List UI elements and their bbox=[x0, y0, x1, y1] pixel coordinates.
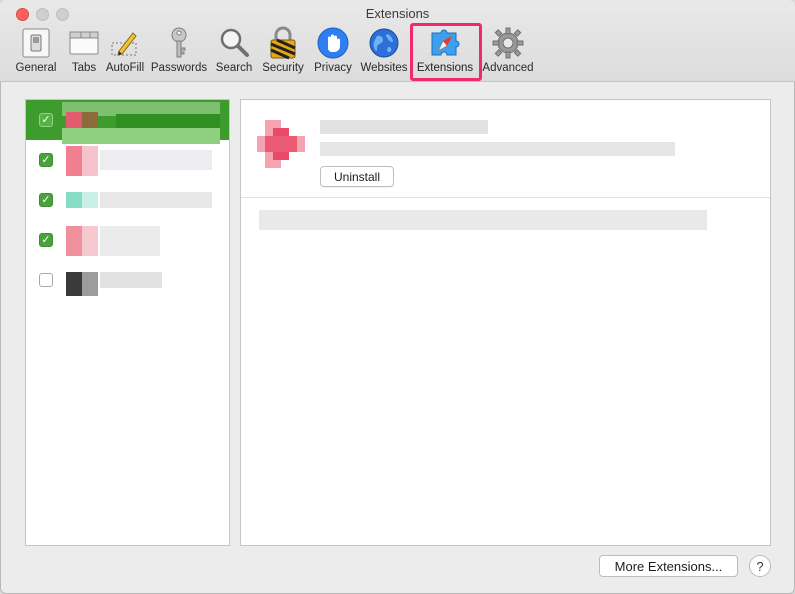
redacted-extension-icon-4b bbox=[82, 226, 98, 256]
tab-autofill-label: AutoFill bbox=[105, 62, 145, 74]
redacted-extension-icon-4 bbox=[66, 226, 82, 256]
tab-search[interactable]: Search bbox=[214, 26, 254, 78]
extension-row-5[interactable] bbox=[26, 260, 229, 300]
redacted-extension-title-3 bbox=[100, 192, 212, 208]
redacted-extension-icon-5b bbox=[82, 272, 98, 296]
redacted-extension-detail-subtitle bbox=[320, 142, 675, 156]
redacted-extension-icon-1b bbox=[82, 112, 98, 128]
extension-enabled-checkbox-1[interactable]: ✓ bbox=[39, 113, 53, 127]
hand-icon bbox=[316, 26, 350, 60]
tab-websites[interactable]: Websites bbox=[359, 26, 409, 78]
lock-icon bbox=[266, 26, 300, 60]
redacted-extension-title-2 bbox=[100, 150, 212, 170]
tab-advanced[interactable]: Advanced bbox=[480, 26, 536, 78]
autofill-pencil-icon bbox=[108, 26, 142, 60]
tabs-icon bbox=[67, 26, 101, 60]
redacted-extension-title-4 bbox=[100, 226, 160, 256]
gear-icon bbox=[491, 26, 525, 60]
globe-icon bbox=[367, 26, 401, 60]
magnifier-icon bbox=[217, 26, 251, 60]
tab-security[interactable]: Security bbox=[259, 26, 307, 78]
extension-row-2[interactable]: ✓ bbox=[26, 140, 229, 180]
extensions-list[interactable]: ✓ ✓ ✓ ✓ bbox=[25, 99, 230, 546]
preferences-window: Extensions General Tabs AutoFill Passwor… bbox=[0, 0, 795, 594]
extension-row-1[interactable]: ✓ bbox=[26, 100, 229, 144]
redacted-extension-icon-2b bbox=[82, 146, 98, 176]
redacted-extension-icon-3b bbox=[82, 192, 98, 208]
general-switch-icon bbox=[19, 26, 53, 60]
extension-enabled-checkbox-2[interactable]: ✓ bbox=[39, 153, 53, 167]
redacted-extension-icon-3 bbox=[66, 192, 82, 208]
redacted-extension-icon-5 bbox=[66, 272, 82, 296]
tab-general[interactable]: General bbox=[12, 26, 60, 78]
key-icon bbox=[162, 26, 196, 60]
extension-enabled-checkbox-3[interactable]: ✓ bbox=[39, 193, 53, 207]
detail-divider bbox=[241, 197, 770, 198]
tab-security-label: Security bbox=[262, 62, 304, 74]
puzzle-compass-icon bbox=[428, 26, 462, 60]
help-button[interactable]: ? bbox=[749, 555, 771, 577]
tab-tabs[interactable]: Tabs bbox=[64, 26, 104, 78]
redacted-extension-title-5 bbox=[100, 272, 162, 288]
tab-autofill[interactable]: AutoFill bbox=[104, 26, 146, 78]
tab-extensions-label: Extensions bbox=[416, 62, 474, 74]
title-bar: Extensions General Tabs AutoFill Passwor… bbox=[0, 0, 795, 82]
redacted-extension-detail-title bbox=[320, 120, 488, 134]
tab-passwords[interactable]: Passwords bbox=[150, 26, 208, 78]
extension-enabled-checkbox-4[interactable]: ✓ bbox=[39, 233, 53, 247]
tab-general-label: General bbox=[15, 62, 57, 74]
tab-search-label: Search bbox=[215, 62, 253, 74]
tab-extensions[interactable]: Extensions bbox=[415, 26, 475, 78]
extension-detail-pane: Uninstall bbox=[240, 99, 771, 546]
redacted-extension-icon-1 bbox=[66, 112, 82, 128]
uninstall-button[interactable]: Uninstall bbox=[320, 166, 394, 187]
more-extensions-button[interactable]: More Extensions... bbox=[599, 555, 738, 577]
redacted-extension-title-1 bbox=[116, 114, 220, 128]
extension-row-4[interactable]: ✓ bbox=[26, 220, 229, 260]
tab-privacy-label: Privacy bbox=[314, 62, 352, 74]
redacted-extension-icon-2 bbox=[66, 146, 82, 176]
redacted-extension-large-icon bbox=[257, 120, 305, 168]
tab-passwords-label: Passwords bbox=[150, 62, 208, 74]
window-title: Extensions bbox=[365, 6, 430, 21]
tab-tabs-label: Tabs bbox=[71, 62, 97, 74]
extension-row-3[interactable]: ✓ bbox=[26, 180, 229, 220]
tab-advanced-label: Advanced bbox=[482, 62, 534, 74]
redacted-extension-description bbox=[259, 210, 707, 230]
tab-privacy[interactable]: Privacy bbox=[312, 26, 354, 78]
extension-enabled-checkbox-5[interactable] bbox=[39, 273, 53, 287]
tab-websites-label: Websites bbox=[360, 62, 408, 74]
